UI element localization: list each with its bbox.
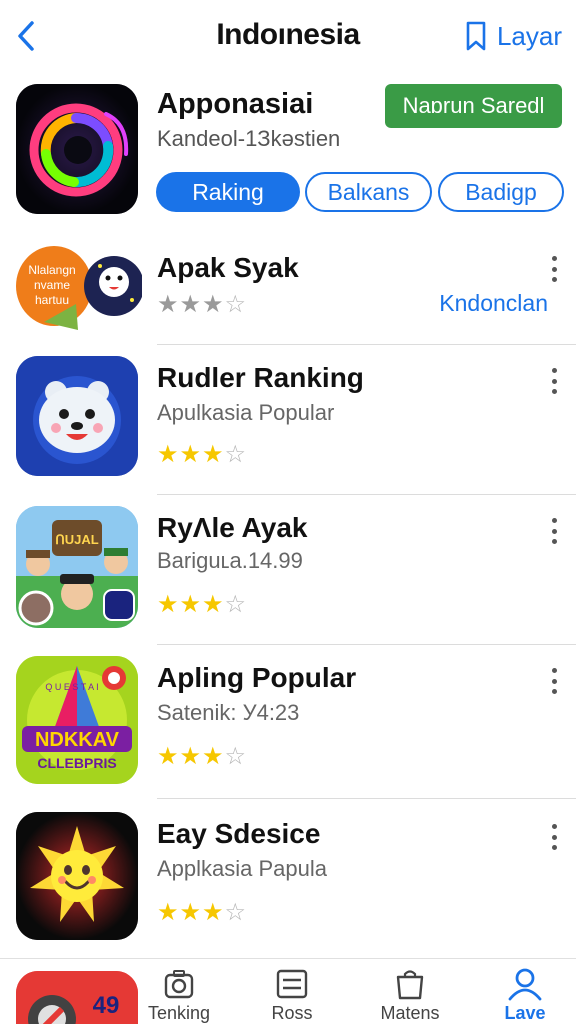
star-rating: ★★★☆ [157,591,248,618]
icon-text: ᑎUJAL [55,532,99,547]
chip-balkans[interactable]: Balĸans [305,172,432,212]
person-icon [508,968,542,1001]
nav-lave[interactable]: Lave [475,967,575,1024]
nav-label: Tenking [147,1003,211,1023]
list-item[interactable]: Rudler Ranking Apulkasia Popular ★★★☆ [0,356,576,496]
more-options-icon[interactable] [550,824,558,850]
star-rating: ★★★☆ [157,291,248,318]
chip-badigp[interactable]: Badigp [438,172,564,212]
list-item[interactable]: Q U E S T A I NDKKAV CLLEBPRIS Apling Po… [0,656,576,802]
shopping-bag-icon [396,970,424,1000]
more-options-icon[interactable] [550,668,558,694]
featured-app-subtitle: Kandeol-1Зkəstien [157,126,341,151]
app-icon [16,812,138,940]
list-item[interactable]: Eay Sdesice Applkasia Papula ★★★☆ [0,812,576,958]
app-subtitle: Satenik: У4:23 [157,700,300,725]
app-name: Rudler Ranking [157,362,364,393]
app-icon [16,356,138,476]
icon-text: nvame [34,278,70,292]
install-button[interactable]: Naɒrun Saredl [385,84,562,128]
nav-label: Lave [504,1003,546,1023]
featured-app-icon[interactable] [16,84,138,214]
more-options-icon[interactable] [550,518,558,544]
star-rating: ★★★☆ [157,441,248,468]
featured-app-name: Apponasiai [157,88,314,120]
icon-text: 49 [93,992,120,1019]
icon-text: Q U E S T A I [45,682,98,692]
icon-text: Nlalangn [28,263,75,277]
layar-button[interactable]: Layar [463,20,562,52]
top-bar: Indoınesia Layar [0,0,576,72]
list-item[interactable]: Nlalangn nvame hartuu Apak Syak ★★★☆ Knd… [0,244,576,345]
divider [157,344,576,345]
app-icon: Q U E S T A I NDKKAV CLLEBPRIS [16,656,138,784]
star-rating: ★★★☆ [157,899,248,926]
icon-text: NDKKAV [35,729,120,751]
divider [157,798,576,799]
app-name: Apling Popular [157,662,357,693]
app-icon: ᑎUJAL [16,506,138,628]
divider [157,494,576,495]
app-subtitle: Bariguʟa.14.99 [157,548,303,573]
icon-text: CLLEBPRIS [37,755,116,771]
app-name: Eay Sdesice [157,818,321,849]
app-icon-peek[interactable]: 49 [16,971,138,1024]
nav-tenking[interactable]: Tenking [129,967,229,1024]
star-rating: ★★★☆ [157,743,248,770]
nav-label: Matens [380,1003,440,1023]
app-subtitle: Apulkasia Popular [157,400,335,425]
list-icon [276,969,308,999]
camera-icon [164,970,194,999]
bottom-navigation: 49 Tenking Ross Matens Lave [0,958,576,1024]
chip-raking[interactable]: Raking [156,172,300,212]
nav-label: Ross [271,1003,313,1023]
nav-ross[interactable]: Ross [242,967,342,1024]
app-subtitle: Applkasia Papula [157,856,328,881]
bookmark-icon [466,21,486,51]
layar-label: Layar [496,20,562,51]
list-item[interactable]: ᑎUJAL RyΛle Ayak Bariguʟa.14.99 ★★★☆ [0,506,576,646]
more-options-icon[interactable] [550,256,558,282]
more-options-icon[interactable] [550,368,558,394]
featured-app: Apponasiai Kandeol-1Зkəstien Naɒrun Sare… [0,80,576,230]
icon-text: hartuu [35,293,69,307]
app-name: Apak Syak [157,252,299,283]
download-link[interactable]: Kndonclan [439,290,548,317]
app-name: RyΛle Ayak [157,512,308,543]
nav-matens[interactable]: Matens [360,967,460,1024]
app-icon: Nlalangn nvame hartuu [16,244,142,330]
divider [157,644,576,645]
